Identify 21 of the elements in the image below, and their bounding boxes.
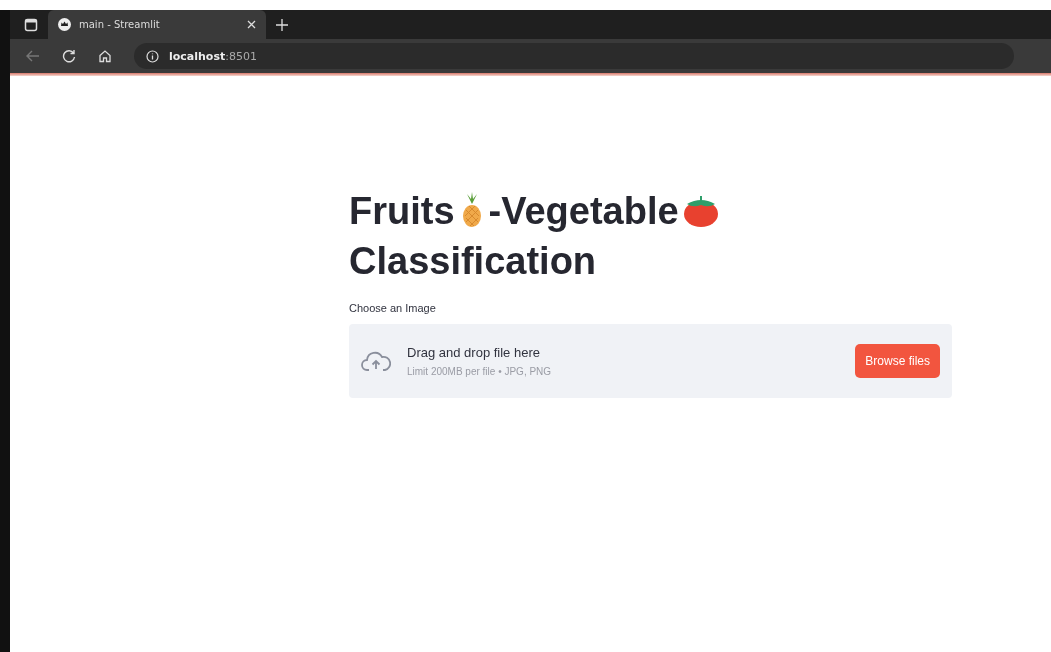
new-tab-icon[interactable]	[276, 18, 288, 31]
crown-icon	[58, 18, 71, 31]
browser-tab[interactable]: main - Streamlit	[48, 10, 266, 39]
url-text: localhost:8501	[169, 49, 257, 63]
tab-title: main - Streamlit	[79, 19, 161, 30]
file-limit-note: Limit 200MB per file • JPG, PNG	[407, 366, 553, 377]
tab-list-icon[interactable]	[24, 17, 38, 32]
home-icon[interactable]	[98, 49, 112, 63]
address-bar[interactable]: localhost:8501	[134, 43, 1014, 69]
close-icon[interactable]	[247, 20, 256, 29]
drop-instruction: Drag and drop file here	[407, 345, 541, 360]
back-icon[interactable]	[26, 50, 40, 62]
page-title: -Vegetable	[488, 190, 679, 232]
info-icon	[146, 49, 159, 63]
tomato-icon	[682, 194, 719, 228]
page-title: Fruits	[349, 190, 455, 232]
cloud-upload-icon	[361, 350, 391, 372]
reload-icon[interactable]	[62, 49, 76, 63]
file-dropzone[interactable]: Drag and drop file here Limit 200MB per file • JPG, PNG Browse files	[349, 324, 952, 398]
page-title: Classification	[349, 240, 597, 282]
field-label: Choose an Image	[349, 302, 437, 314]
